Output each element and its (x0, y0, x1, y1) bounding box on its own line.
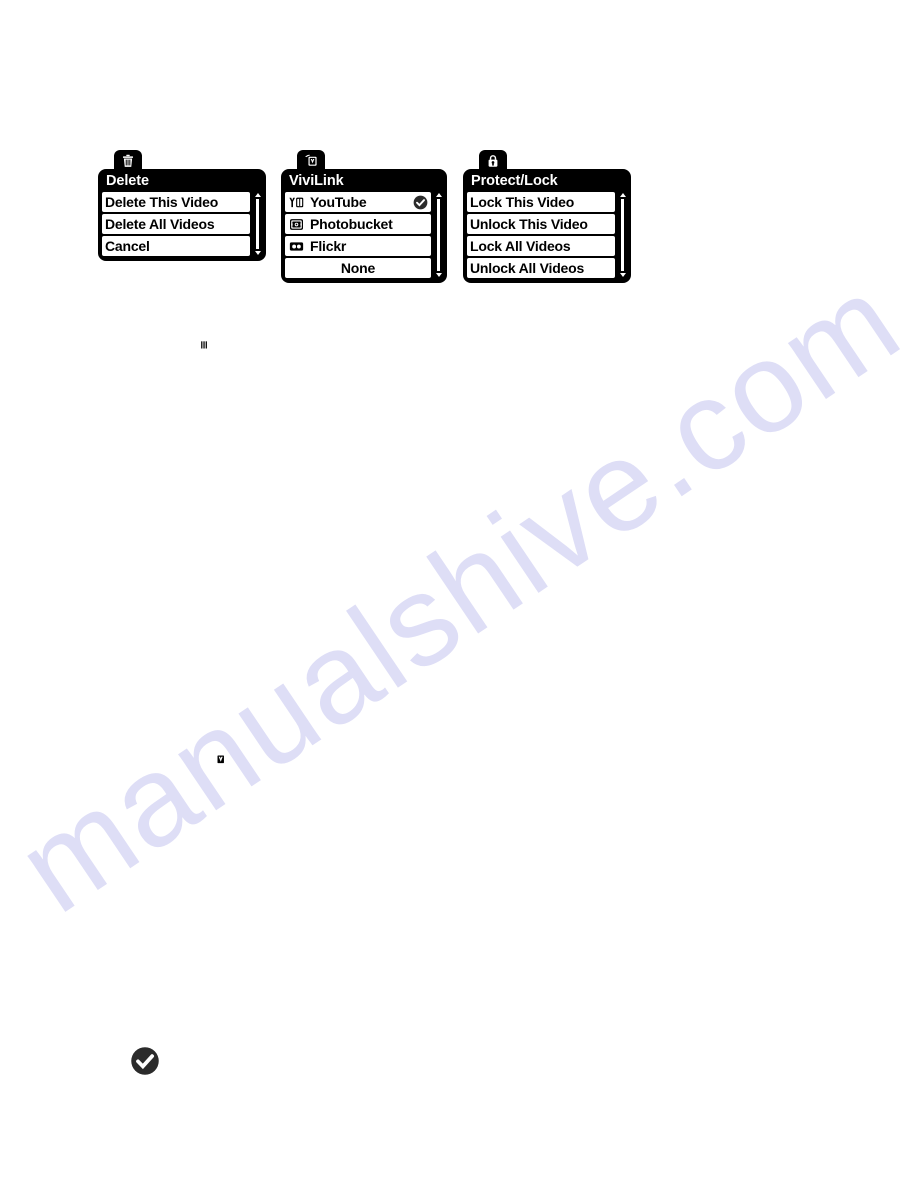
menu-body-delete: Delete Delete This Video Delete All Videos… (98, 169, 266, 261)
scrollbar-thumb[interactable] (620, 198, 625, 272)
scroll-down-arrow-icon[interactable] (619, 273, 626, 277)
inline-vivilink-cards-icon (210, 750, 228, 768)
menu-rows-wrap: YouTube Photobucket Flickr None (285, 192, 443, 278)
menu-tab-protect-lock (479, 150, 507, 172)
menu-item[interactable]: Lock This Video (467, 192, 615, 212)
menu-item[interactable]: None (285, 258, 431, 278)
menu-scrollbar[interactable] (618, 192, 627, 278)
photobucket-icon (288, 217, 305, 232)
menu-item-label: Lock All Videos (470, 238, 571, 254)
menu-item[interactable]: Cancel (102, 236, 250, 256)
menu-rows-wrap: Delete This Video Delete All Videos Cancel (102, 192, 262, 256)
menu-item-list: YouTube Photobucket Flickr None (285, 192, 431, 278)
menu-item-label: YouTube (310, 194, 367, 210)
menu-item-label: Delete All Videos (105, 216, 215, 232)
menu-item-label: None (340, 260, 376, 276)
scroll-up-arrow-icon[interactable] (254, 193, 261, 197)
menu-item[interactable]: Unlock All Videos (467, 258, 615, 278)
menu-body-vivilink: ViviLink YouTube Photobucket Flickr None (281, 169, 447, 283)
menu-item[interactable]: Flickr (285, 236, 431, 256)
menu-title-vivilink: ViviLink (289, 173, 344, 189)
menu-tab-delete (114, 150, 142, 172)
inline-trash-icon (194, 333, 214, 353)
menu-panels-row: Delete Delete This Video Delete All Videos… (0, 150, 918, 300)
menu-item[interactable]: YouTube (285, 192, 431, 212)
menu-item[interactable]: Unlock This Video (467, 214, 615, 234)
menu-item-label: Delete This Video (105, 194, 219, 210)
check-circle-icon (413, 195, 428, 210)
padlock-icon (485, 153, 501, 169)
menu-rows-wrap: Lock This Video Unlock This Video Lock All… (467, 192, 627, 278)
menu-item[interactable]: Lock All Videos (467, 236, 615, 256)
menu-item-label: Flickr (310, 238, 347, 254)
vivilink-cards-icon (303, 153, 319, 169)
scroll-up-arrow-icon[interactable] (619, 193, 626, 197)
scroll-up-arrow-icon[interactable] (435, 193, 442, 197)
scrollbar-thumb[interactable] (255, 198, 260, 250)
menu-title-delete: Delete (106, 173, 149, 189)
scrollbar-thumb[interactable] (436, 198, 441, 272)
watermark-text: manualshive.com (0, 247, 918, 941)
menu-body-protect-lock: Protect/Lock Lock This Video Unlock This V… (463, 169, 631, 283)
menu-item[interactable]: Delete This Video (102, 192, 250, 212)
menu-item-label: Unlock This Video (470, 216, 588, 232)
menu-item-label: Photobucket (310, 216, 393, 232)
menu-item-label: Unlock All Videos (470, 260, 585, 276)
trash-icon (120, 153, 136, 169)
menu-item[interactable]: Delete All Videos (102, 214, 250, 234)
menu-scrollbar[interactable] (434, 192, 443, 278)
menu-item[interactable]: Photobucket (285, 214, 431, 234)
inline-check-circle-icon (130, 1046, 160, 1076)
scroll-down-arrow-icon[interactable] (254, 251, 261, 255)
menu-scrollbar[interactable] (253, 192, 262, 256)
menu-tab-vivilink (297, 150, 325, 172)
menu-item-list: Delete This Video Delete All Videos Cancel (102, 192, 250, 256)
menu-item-label: Lock This Video (470, 194, 575, 210)
menu-title-protect-lock: Protect/Lock (471, 173, 558, 189)
scroll-down-arrow-icon[interactable] (435, 273, 442, 277)
menu-item-label: Cancel (105, 238, 150, 254)
menu-item-list: Lock This Video Unlock This Video Lock All… (467, 192, 615, 278)
flickr-icon (288, 239, 305, 254)
youtube-icon (288, 195, 305, 210)
